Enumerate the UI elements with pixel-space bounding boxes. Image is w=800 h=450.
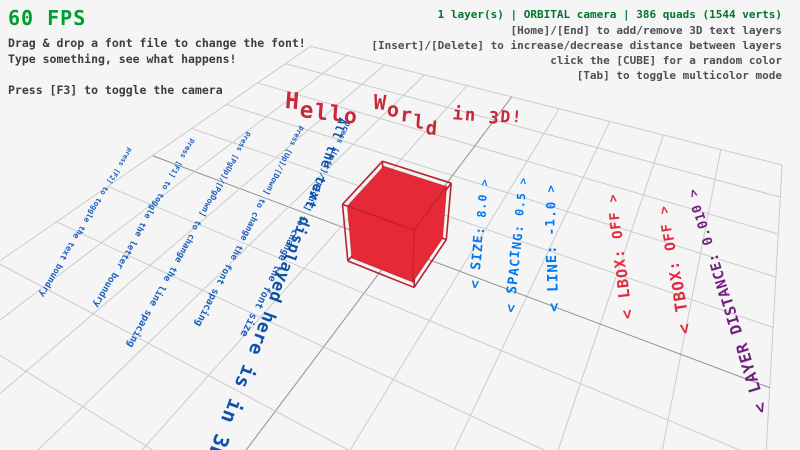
char-3d xyxy=(517,184,529,193)
raylib-3d-text-demo-window: press [F2] to toggle the text boundrypre… xyxy=(0,0,800,450)
char-3d: : xyxy=(546,244,560,253)
char-3d: O xyxy=(615,267,631,279)
char-3d: : xyxy=(613,248,628,259)
cube-wireframe xyxy=(446,183,451,239)
char-3d: < xyxy=(468,279,483,290)
char-3d: > xyxy=(607,193,621,203)
char-3d: 8 xyxy=(475,209,488,218)
char-3d: X xyxy=(614,257,630,268)
char-3d: > xyxy=(479,178,491,187)
char-3d: Z xyxy=(472,243,486,253)
char-3d: P xyxy=(507,275,521,285)
char-3d: < xyxy=(619,308,636,320)
char-3d: > xyxy=(517,176,529,185)
char-3d: I xyxy=(471,251,485,261)
char-3d: < xyxy=(547,302,562,312)
char-3d xyxy=(478,185,490,194)
char-3d: G xyxy=(512,232,525,242)
char-3d: o xyxy=(343,106,359,128)
char-3d: S xyxy=(470,260,484,271)
status-panel: 1 layer(s) | ORBITAL camera | 386 quads … xyxy=(371,7,782,83)
grid-line-z xyxy=(0,263,754,450)
char-3d: O xyxy=(611,229,626,240)
hint-layers: [Home]/[End] to add/remove 3D text layer… xyxy=(371,23,782,38)
char-3d: A xyxy=(508,266,522,276)
char-3d xyxy=(618,297,635,309)
char-3d: I xyxy=(546,272,560,282)
char-3d: 0 xyxy=(545,201,558,210)
char-3d: 0 xyxy=(477,193,489,202)
char-3d: E xyxy=(473,234,487,244)
char-3d xyxy=(545,192,557,201)
grid-line-z xyxy=(0,311,746,450)
cube-wireframe xyxy=(342,204,347,261)
char-3d xyxy=(469,269,484,280)
char-3d: B xyxy=(616,277,632,289)
char-3d: . xyxy=(545,209,558,218)
char-3d xyxy=(505,293,520,304)
char-3d xyxy=(546,235,560,244)
char-3d: 1 xyxy=(545,218,558,227)
char-3d: C xyxy=(509,258,523,268)
hint-layer-distance: [Insert]/[Delete] to increase/decrease d… xyxy=(371,38,782,53)
char-3d: 5 xyxy=(516,192,528,201)
char-3d: F xyxy=(610,219,625,230)
char-3d: - xyxy=(546,227,559,236)
char-3d xyxy=(608,202,622,212)
char-3d xyxy=(358,96,374,118)
char-3d: L xyxy=(546,282,561,292)
option-line: < LINE: -1.0 > xyxy=(545,184,563,312)
fps-counter: 60 FPS xyxy=(8,6,86,30)
char-3d: d xyxy=(425,119,439,139)
char-3d: : xyxy=(512,224,525,234)
char-3d xyxy=(513,215,526,224)
char-3d: N xyxy=(546,263,560,273)
hint-multicolor: [Tab] to toggle multicolor mode xyxy=(371,68,782,83)
char-3d: . xyxy=(476,201,489,210)
instructions-text: Drag & drop a font file to change the fo… xyxy=(8,36,306,98)
status-line: 1 layer(s) | ORBITAL camera | 386 quads … xyxy=(371,7,782,22)
char-3d: : xyxy=(474,225,487,235)
char-3d xyxy=(612,238,627,249)
char-3d xyxy=(475,217,488,227)
char-3d: > xyxy=(545,184,557,192)
char-3d: < xyxy=(504,303,519,314)
hint-cube-color: click the [CUBE] for a random color xyxy=(371,53,782,68)
char-3d xyxy=(547,292,562,302)
char-3d: . xyxy=(515,199,527,208)
char-3d: F xyxy=(609,210,623,221)
char-3d: ! xyxy=(511,109,523,126)
char-3d: E xyxy=(546,254,560,264)
char-3d: L xyxy=(617,287,633,299)
char-3d: 0 xyxy=(514,207,527,216)
char-3d: S xyxy=(506,284,520,295)
char-3d: N xyxy=(511,240,524,250)
char-3d: I xyxy=(510,249,524,259)
